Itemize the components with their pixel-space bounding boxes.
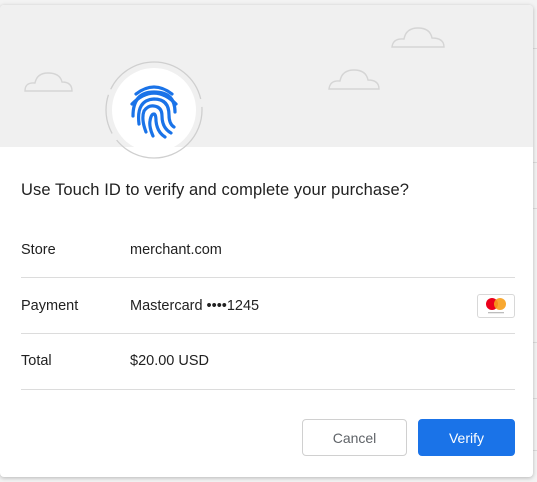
- store-label: Store: [21, 242, 56, 258]
- cloud-icon: [328, 69, 380, 90]
- cloud-icon: [391, 27, 445, 48]
- payment-label: Payment: [21, 298, 79, 314]
- cancel-button[interactable]: Cancel: [302, 419, 407, 456]
- total-row: Total $20.00 USD: [21, 334, 515, 390]
- mastercard-logo-icon: [477, 294, 515, 318]
- dialog-title: Use Touch ID to verify and complete your…: [21, 181, 410, 199]
- store-value: merchant.com: [130, 242, 222, 258]
- total-value: $20.00 USD: [130, 353, 209, 369]
- fingerprint-icon: [130, 85, 178, 139]
- payment-value: Mastercard ••••1245: [130, 298, 260, 314]
- touch-id-payment-dialog: Use Touch ID to verify and complete your…: [0, 5, 533, 477]
- store-row: Store merchant.com: [21, 222, 515, 278]
- cloud-icon: [24, 72, 73, 92]
- total-label: Total: [21, 353, 52, 369]
- payment-row: Payment Mastercard ••••1245: [21, 278, 515, 334]
- dialog-header-band: [0, 5, 533, 147]
- verify-button[interactable]: Verify: [418, 419, 515, 456]
